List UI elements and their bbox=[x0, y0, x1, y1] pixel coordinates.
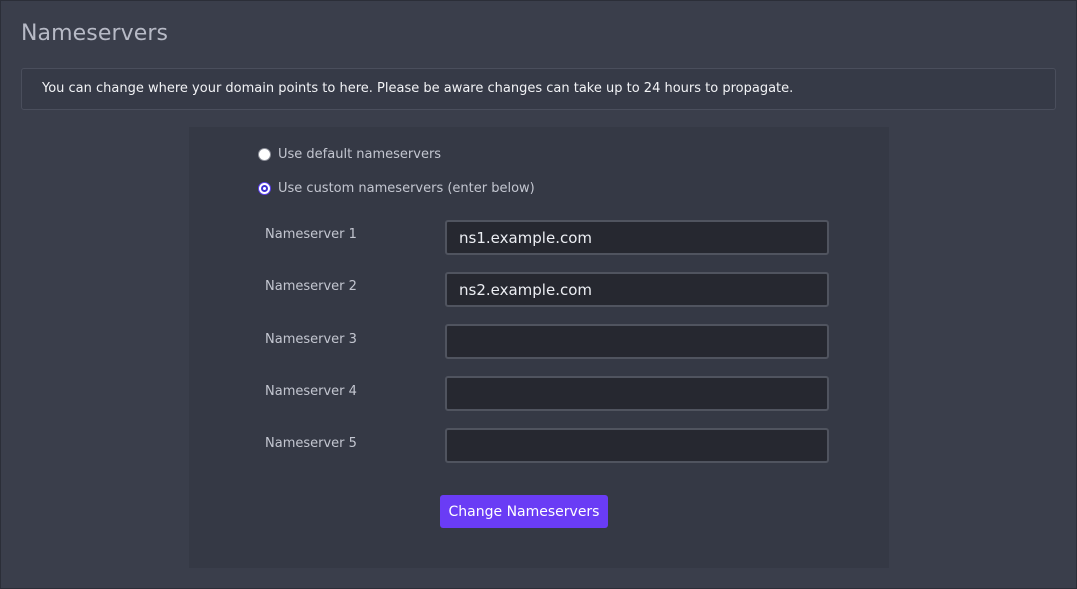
info-alert: You can change where your domain points … bbox=[21, 68, 1056, 110]
nameserver-1-label: Nameserver 1 bbox=[265, 227, 357, 242]
nameserver-5-label: Nameserver 5 bbox=[265, 436, 357, 451]
default-nameservers-radio[interactable] bbox=[258, 148, 271, 161]
change-nameservers-button[interactable]: Change Nameservers bbox=[440, 495, 608, 528]
nameserver-5-input[interactable] bbox=[445, 428, 829, 463]
default-nameservers-option[interactable]: Use default nameservers bbox=[258, 147, 441, 162]
nameserver-2-label: Nameserver 2 bbox=[265, 279, 357, 294]
custom-nameservers-option[interactable]: Use custom nameservers (enter below) bbox=[258, 181, 535, 196]
custom-nameservers-label: Use custom nameservers (enter below) bbox=[278, 181, 535, 196]
nameserver-4-label: Nameserver 4 bbox=[265, 384, 357, 399]
nameserver-2-input[interactable] bbox=[445, 272, 829, 307]
page-title: Nameservers bbox=[21, 21, 169, 46]
nameserver-3-label: Nameserver 3 bbox=[265, 332, 357, 347]
nameserver-4-input[interactable] bbox=[445, 376, 829, 411]
nameserver-1-input[interactable] bbox=[445, 220, 829, 255]
default-nameservers-label: Use default nameservers bbox=[278, 147, 442, 162]
custom-nameservers-radio[interactable] bbox=[258, 182, 271, 195]
nameserver-3-input[interactable] bbox=[445, 324, 829, 359]
